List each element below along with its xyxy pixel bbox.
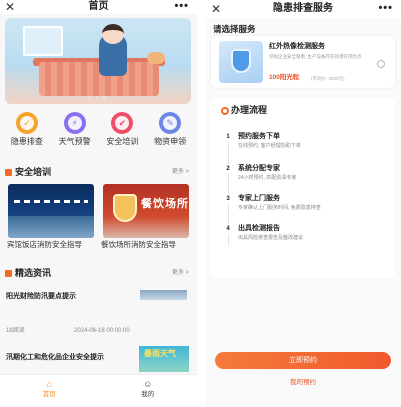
tab-mine[interactable]: ☺ 我的 [99,375,198,407]
menu-item-safety-training[interactable]: ✔ 安全培训 [100,112,144,150]
shield-icon [231,49,251,73]
process-card: 办理流程 1 预约服务下单 在线预约, 客户经理协助下单 2 系统分配专家 24… [211,98,395,278]
training-card-caption[interactable]: 宾馆饭店消防安全指导 [7,240,82,249]
process-icon [221,107,229,115]
banner-cat-illustration [147,52,165,64]
my-bookings-link[interactable]: 我的预约 [205,379,401,387]
step-number: 1 [223,132,233,142]
section-marker-icon [5,169,12,176]
news-item-thumbnail[interactable] [140,290,187,300]
section-title: 精选资讯 [15,268,52,278]
service-name: 红外热像检测服务 [269,43,325,50]
tab-home[interactable]: ⌂ 首页 [0,375,99,407]
menu-item-label: 物资申领 [154,137,187,146]
news-item-title[interactable]: 汛期化工和危化品企业安全提示 [6,353,104,362]
service-header: ✕ 隐患排查服务 ••• [205,0,401,18]
menu-item-hazard-check[interactable]: ✓ 隐患排查 [5,112,49,150]
news-item-meta: 18阅读 2024-06-18 00:00:00 [6,327,186,335]
news-more-link[interactable]: 更多 > [172,269,189,277]
home-header: ✕ 首页 ••• [0,0,197,14]
training-cards: 餐饮场所 宾馆饭店消防安全指导 餐饮场所消防安全指导 [5,184,195,249]
section-title: 安全培训 [15,167,52,177]
carousel-dots: • • • [88,95,108,101]
step-description: 在线预约, 客户经理协助下单 [238,143,301,149]
step-title: 出具检测报告 [238,225,280,232]
news-item-views: 18阅读 [6,328,25,334]
news-item-thumbnail[interactable]: 暴雨天气 [139,346,189,372]
process-title: 办理流程 [231,105,268,115]
menu-item-label: 隐患排查 [10,137,43,146]
page-title: 首页 [88,1,109,12]
choose-service-label: 请选择服务 [213,24,256,34]
step-number: 4 [223,224,233,234]
service-screen: ✕ 隐患排查服务 ••• 请选择服务 红外热像检测服务 识别企业安全隐患, 生产… [205,0,401,407]
user-icon: ☺ [143,379,153,389]
training-card-caption[interactable]: 餐饮场所消防安全指导 [101,240,176,249]
step-description: 24小时预约, 匹配资深专家 [238,175,297,181]
card-overlay-text: 餐饮场所 [141,198,189,210]
tab-label: 首页 [42,391,56,398]
training-section-header: 安全培训 更多 > [5,167,191,179]
tab-label: 我的 [141,391,155,398]
book-now-button[interactable]: 立即预约 [215,352,391,369]
service-thumbnail [219,41,263,83]
menu-item-label: 安全培训 [106,137,139,146]
process-step: 3 专家上门服务 专家确认上门服务时间, 免费隐患排查 [223,194,393,216]
banner-carousel[interactable]: • • • [5,18,191,104]
step-title: 系统分配专家 [238,165,280,172]
edit-icon: ✎ [159,112,182,134]
training-more-link[interactable]: 更多 > [172,168,189,176]
service-market-price: (市场价: 3000元) [311,76,345,81]
news-item-title[interactable]: 阳光财险防汛要点提示 [6,292,76,301]
process-step: 4 出具检测报告 出具风险排查报告及整改建议 [223,224,393,246]
page-title: 隐患排查服务 [273,3,333,14]
step-number: 3 [223,194,233,204]
quick-menu: ✓ 隐患排查 ⚡ 天气预警 ✔ 安全培训 ✎ 物资申领 [0,112,197,150]
bottom-tabbar: ⌂ 首页 ☺ 我的 [0,374,197,407]
step-title: 专家上门服务 [238,195,280,202]
thumbnail-text: 暴雨天气 [144,349,176,358]
banner-window-illustration [23,26,63,56]
step-description: 出具风险排查报告及整改建议 [238,235,304,241]
process-step: 2 系统分配专家 24小时预约, 匹配资深专家 [223,164,393,186]
service-option-card[interactable]: 红外热像检测服务 识别企业安全隐患, 生产设备存在的潜在风险点 100阳光粒 (… [211,36,395,88]
step-description: 专家确认上门服务时间, 免费隐患排查 [238,205,321,211]
menu-item-label: 天气预警 [58,137,91,146]
home-screen: ✕ 首页 ••• • • • ✓ 隐患排查 ⚡ 天气预警 ✔ 安全培训 ✎ 物资… [0,0,197,407]
service-price: 100阳光粒 [269,74,300,81]
section-marker-icon [5,270,12,277]
news-item-date: 2024-06-18 00:00:00 [74,328,130,334]
service-select-radio[interactable] [377,60,385,68]
step-number: 2 [223,164,233,174]
menu-item-supply-request[interactable]: ✎ 物资申领 [148,112,192,150]
service-description: 识别企业安全隐患, 生产设备存在的潜在风险点 [269,54,362,59]
training-card-restaurant-image[interactable]: 餐饮场所 [103,184,189,238]
menu-item-weather-alert[interactable]: ⚡ 天气预警 [53,112,97,150]
lightning-icon: ⚡ [63,112,86,134]
news-section-header: 精选资讯 更多 > [5,268,191,280]
training-card-hotel-image[interactable] [8,184,94,238]
process-step: 1 预约服务下单 在线预约, 客户经理协助下单 [223,132,393,154]
checklist-icon: ✓ [15,112,38,134]
fire-emblem-icon [113,194,137,222]
step-title: 预约服务下单 [238,133,280,140]
more-icon[interactable]: ••• [378,2,393,14]
more-icon[interactable]: ••• [174,0,189,12]
home-icon: ⌂ [46,379,52,389]
shield-check-icon: ✔ [111,112,134,134]
